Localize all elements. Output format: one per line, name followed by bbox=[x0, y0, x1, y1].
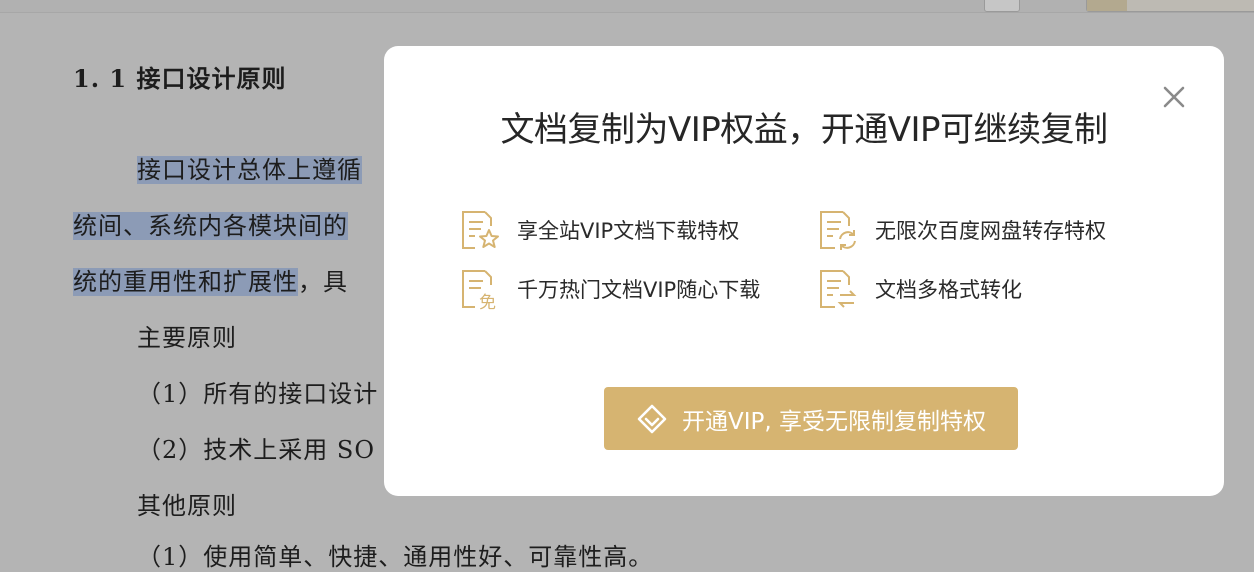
doc-free-icon: 免 bbox=[457, 267, 501, 313]
paragraph-line: 接口设计总体上遵循 bbox=[137, 156, 362, 184]
open-vip-button[interactable]: 开通VIP, 享受无限制复制特权 bbox=[604, 387, 1018, 450]
paragraph-line: （1）使用简单、快捷、通用性好、可靠性高。 bbox=[137, 543, 654, 571]
paragraph-line: 统间、系统内各模块间的 bbox=[73, 212, 348, 240]
feature-item: 无限次百度网盘转存特权 bbox=[815, 208, 1106, 252]
open-vip-button-label: 开通VIP, 享受无限制复制特权 bbox=[681, 408, 986, 435]
paragraph-line: （1）所有的接口设计 bbox=[137, 380, 379, 408]
paragraph-line: 主要原则 bbox=[137, 324, 237, 352]
svg-text:免: 免 bbox=[479, 293, 496, 311]
feature-label: 文档多格式转化 bbox=[875, 278, 1022, 302]
paragraph-line: 统的重用性和扩展性，具 bbox=[73, 268, 348, 296]
feature-item: 享全站VIP文档下载特权 bbox=[457, 208, 739, 252]
diamond-icon bbox=[636, 403, 668, 435]
feature-label: 享全站VIP文档下载特权 bbox=[517, 219, 740, 243]
doc-refresh-icon bbox=[815, 208, 859, 252]
feature-label: 千万热门文档VIP随心下载 bbox=[517, 278, 761, 302]
doc-convert-icon bbox=[815, 267, 859, 311]
feature-item: 文档多格式转化 bbox=[815, 267, 1022, 311]
feature-item: 免 千万热门文档VIP随心下载 bbox=[457, 267, 761, 313]
vip-copy-modal: 文档复制为VIP权益，开通VIP可继续复制 享全站VIP文档下载特权 无限次百度… bbox=[384, 46, 1224, 496]
section-heading: 1. 1 接口设计原则 bbox=[73, 64, 287, 93]
feature-label: 无限次百度网盘转存特权 bbox=[875, 219, 1106, 243]
modal-title: 文档复制为VIP权益，开通VIP可继续复制 bbox=[500, 110, 1108, 150]
paragraph-line: （2）技术上采用 SO bbox=[137, 436, 376, 464]
paragraph-line: 其他原则 bbox=[137, 492, 237, 520]
doc-star-icon bbox=[457, 208, 501, 252]
